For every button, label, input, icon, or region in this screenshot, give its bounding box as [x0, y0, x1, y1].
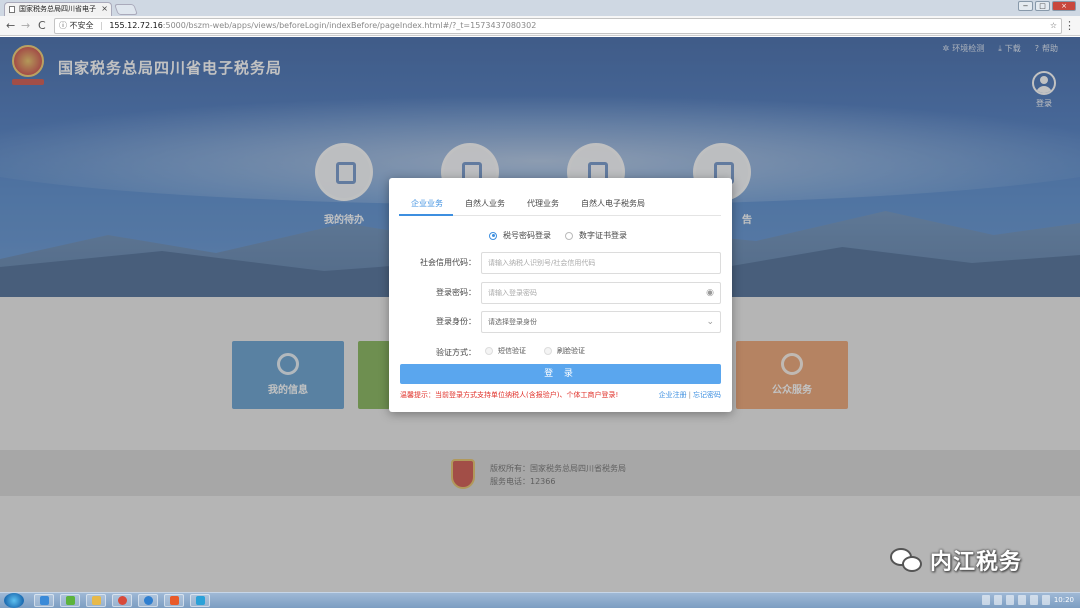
- verify-face-radio[interactable]: 刷脸验证: [544, 346, 585, 356]
- notice-row: 温馨提示：当前登录方式支持单位纳税人(含报验户)、个体工商户登录! 企业注册 | 忘…: [400, 390, 721, 400]
- forgot-password-link[interactable]: 忘记密码: [693, 391, 721, 399]
- radio-icon: [565, 231, 573, 240]
- credit-code-input[interactable]: 请输入纳税人识别号/社会信用代码: [481, 252, 721, 274]
- forward-arrow-icon[interactable]: →: [21, 19, 30, 33]
- reload-icon[interactable]: C: [38, 19, 46, 33]
- active-tab-indicator: [399, 214, 453, 216]
- taskbar-app3-icon[interactable]: [190, 594, 210, 607]
- url-input[interactable]: ⓘ 不安全 | 155.12.72.16:5000/bszm-web/apps/…: [54, 18, 1062, 34]
- taskbar-folder-icon[interactable]: [86, 594, 106, 607]
- address-bar-row: ← → C ⓘ 不安全 | 155.12.72.16:5000/bszm-web…: [0, 16, 1080, 36]
- identity-label: 登录身份：: [436, 317, 476, 326]
- os-taskbar: 10:20: [0, 592, 1080, 608]
- tray-icon[interactable]: [994, 595, 1002, 605]
- chevron-down-icon: ⌄: [706, 317, 714, 327]
- url-path: :5000/bszm-web/apps/views/beforeLogin/in…: [162, 21, 537, 30]
- verify-label: 验证方式：: [436, 348, 476, 357]
- taskbar-app2-icon[interactable]: [164, 594, 184, 607]
- page-icon: [9, 6, 15, 13]
- tray-icon[interactable]: [1030, 595, 1038, 605]
- taskbar-clock[interactable]: 10:20: [1054, 596, 1074, 604]
- auth-links: 企业注册 | 忘记密码: [659, 390, 721, 400]
- security-label: 不安全: [69, 21, 94, 30]
- tray-icon[interactable]: [982, 595, 990, 605]
- close-window-button[interactable]: ×: [1052, 1, 1076, 11]
- system-tray: [982, 595, 1050, 605]
- start-button[interactable]: [4, 593, 24, 608]
- verify-sms-radio[interactable]: 短信验证: [485, 346, 526, 356]
- tab-agent[interactable]: 代理业务: [527, 198, 559, 209]
- browser-menu-icon[interactable]: ⋮: [1064, 19, 1075, 32]
- window-controls: − □ ×: [1018, 1, 1076, 11]
- tab-title: 国家税务总局四川省电子: [19, 5, 96, 13]
- password-row: 登录密码： 请输入登录密码 ◉: [389, 282, 732, 304]
- radio-icon: [544, 347, 552, 355]
- back-arrow-icon[interactable]: ←: [6, 19, 15, 33]
- taskbar-browser-icon[interactable]: [138, 594, 158, 607]
- password-input[interactable]: 请输入登录密码 ◉: [481, 282, 721, 304]
- register-link[interactable]: 企业注册: [659, 391, 687, 399]
- info-icon[interactable]: ⓘ: [59, 21, 67, 30]
- browser-tabbar: 国家税务总局四川省电子 × − □ ×: [0, 0, 1080, 16]
- identity-placeholder: 请选择登录身份: [488, 318, 537, 326]
- minimize-button[interactable]: −: [1018, 1, 1033, 11]
- url-host: 155.12.72.16: [109, 21, 163, 30]
- identity-row: 登录身份： 请选择登录身份 ⌄: [389, 311, 732, 333]
- eye-icon[interactable]: ◉: [706, 283, 714, 303]
- maximize-button[interactable]: □: [1035, 1, 1050, 11]
- new-tab-button[interactable]: [113, 4, 139, 15]
- radio-icon: [485, 347, 493, 355]
- tab-natural-person-etax[interactable]: 自然人电子税务局: [581, 198, 645, 209]
- link-separator: |: [688, 391, 691, 399]
- login-mode-radios: 税号密码登录 数字证书登录: [489, 230, 627, 241]
- mode-certificate-radio[interactable]: 数字证书登录: [565, 230, 627, 241]
- verify-row: 验证方式： 短信验证 刷脸验证: [389, 342, 732, 364]
- credit-code-label: 社会信用代码：: [420, 258, 476, 267]
- mode-password-radio[interactable]: 税号密码登录: [489, 230, 551, 241]
- password-label: 登录密码：: [436, 288, 476, 297]
- tray-icon[interactable]: [1018, 595, 1026, 605]
- watermark-text: 内江税务: [930, 550, 1023, 575]
- radio-selected-icon: [489, 231, 497, 240]
- bookmark-star-icon[interactable]: ☆: [1050, 19, 1057, 33]
- url-separator: |: [100, 21, 103, 30]
- verify-radios: 短信验证 刷脸验证: [485, 346, 585, 356]
- identity-select[interactable]: 请选择登录身份 ⌄: [481, 311, 721, 333]
- wechat-icon: [890, 546, 924, 574]
- warning-notice: 温馨提示：当前登录方式支持单位纳税人(含报验户)、个体工商户登录!: [400, 391, 619, 399]
- tab-natural-person[interactable]: 自然人业务: [465, 198, 505, 209]
- tray-icon[interactable]: [1042, 595, 1050, 605]
- credit-code-row: 社会信用代码： 请输入纳税人识别号/社会信用代码: [389, 252, 732, 274]
- taskbar-chrome-icon[interactable]: [112, 594, 132, 607]
- taskbar-app-icon[interactable]: [60, 594, 80, 607]
- wechat-watermark: 内江税务: [890, 544, 1022, 576]
- browser-tab[interactable]: 国家税务总局四川省电子 ×: [4, 2, 112, 16]
- tab-close-icon[interactable]: ×: [101, 3, 108, 15]
- taskbar-ie-icon[interactable]: [34, 594, 54, 607]
- tray-icon[interactable]: [1006, 595, 1014, 605]
- login-tabs: 企业业务 自然人业务 代理业务 自然人电子税务局: [399, 192, 721, 216]
- login-button[interactable]: 登 录: [400, 364, 721, 384]
- password-placeholder: 请输入登录密码: [488, 289, 537, 297]
- tab-enterprise[interactable]: 企业业务: [411, 198, 443, 209]
- login-dialog: 企业业务 自然人业务 代理业务 自然人电子税务局 税号密码登录 数字证书登录 社…: [389, 178, 732, 412]
